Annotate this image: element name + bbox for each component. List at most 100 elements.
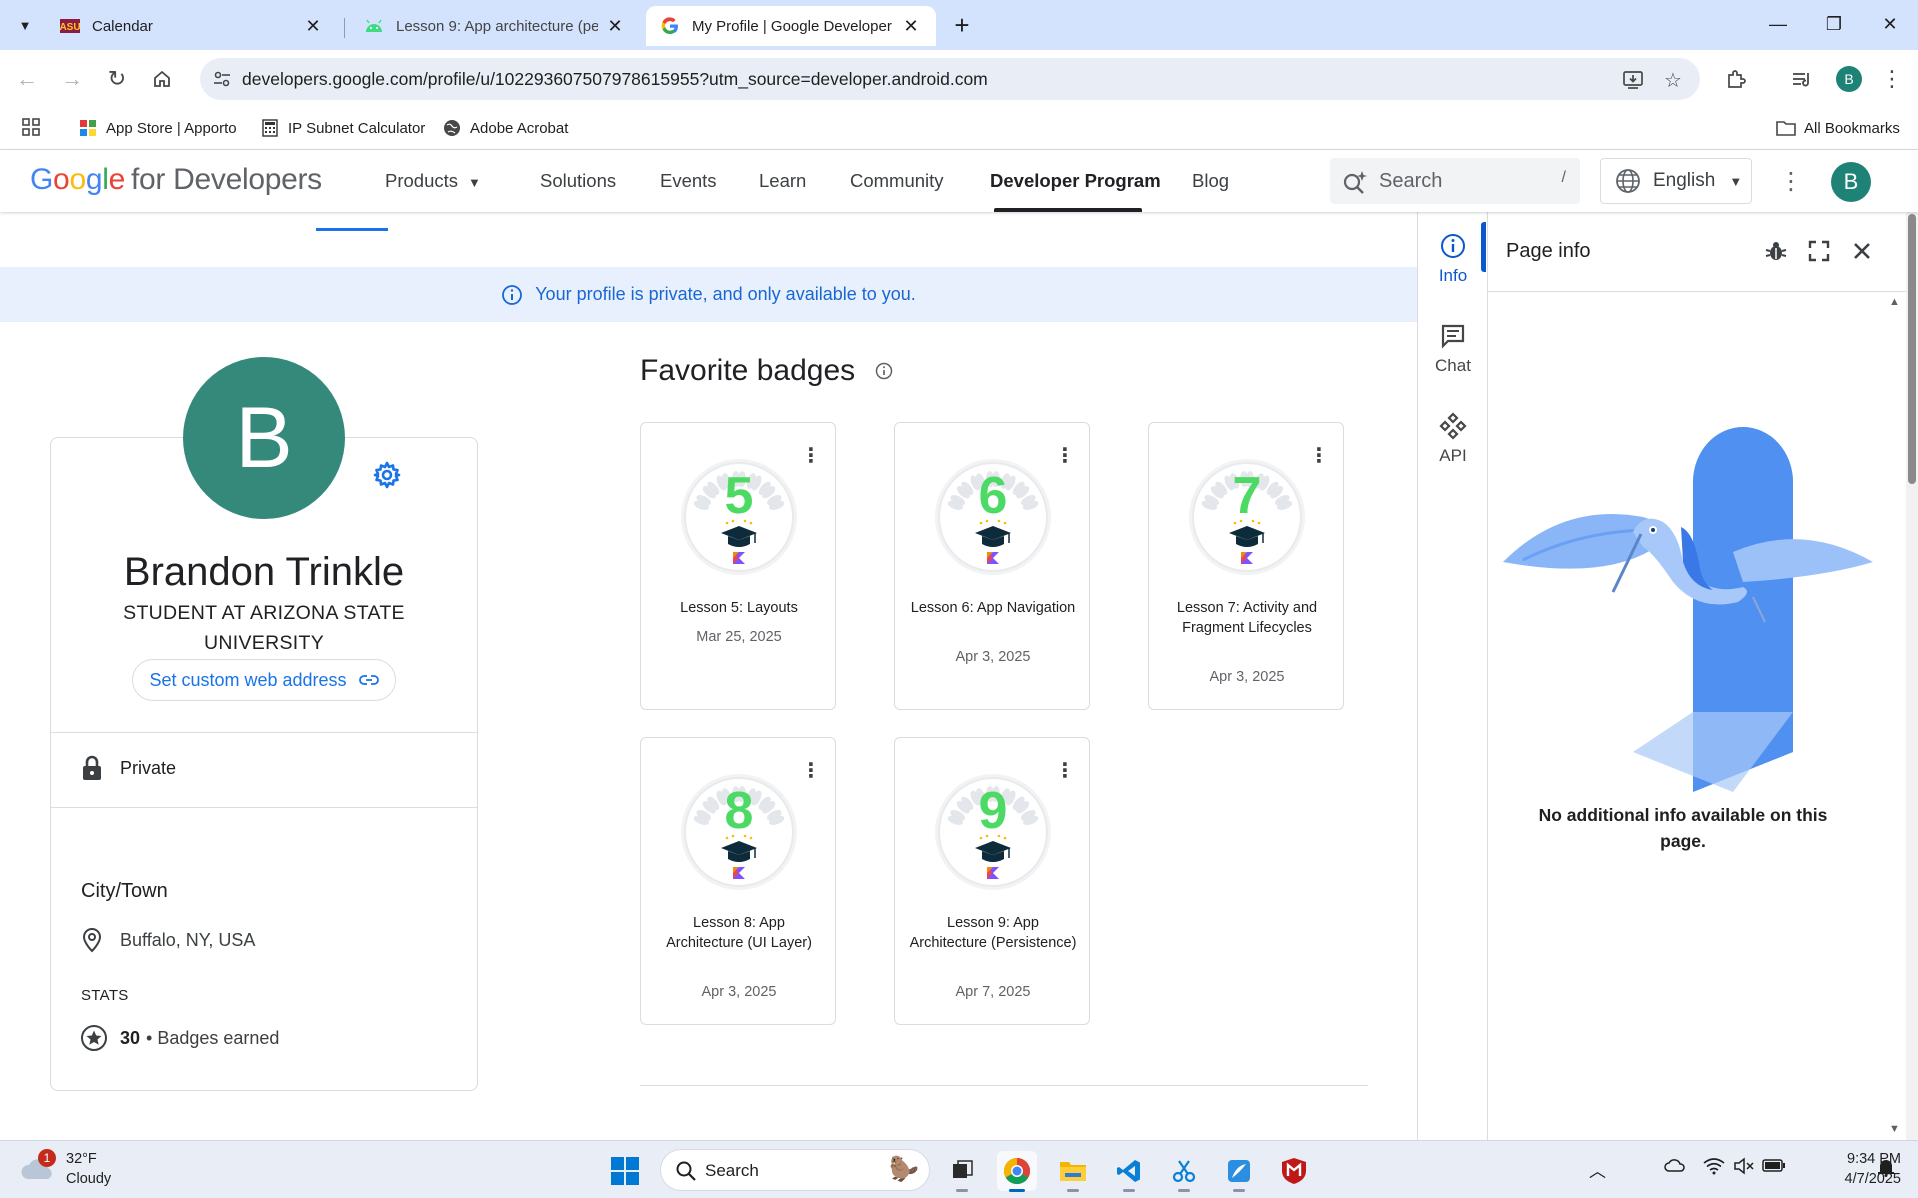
bookmark-ip-subnet[interactable]: IP Subnet Calculator	[260, 118, 425, 138]
forward-icon[interactable]: →	[55, 62, 89, 96]
file-explorer-icon[interactable]	[1053, 1151, 1093, 1192]
section-divider	[640, 1085, 1368, 1086]
side-panel-scrollbar[interactable]	[1906, 212, 1918, 1140]
active-nav-indicator	[994, 208, 1142, 212]
nav-products[interactable]: Products ▼	[385, 170, 481, 192]
media-control-icon[interactable]	[1786, 63, 1818, 95]
address-bar[interactable]: developers.google.com/profile/u/10229360…	[200, 58, 1700, 100]
badge-menu-icon[interactable]: ⋮	[1309, 443, 1329, 467]
browser-menu-icon[interactable]: ⋮	[1876, 63, 1908, 95]
badge-date: Apr 3, 2025	[701, 984, 777, 1000]
close-panel-icon[interactable]	[1848, 237, 1876, 265]
weather-alert-badge: 1	[38, 1149, 56, 1167]
scrollbar-thumb[interactable]	[1908, 214, 1916, 484]
battery-icon[interactable]	[1762, 1157, 1786, 1178]
rail-info[interactable]: Info	[1418, 232, 1488, 286]
language-selector[interactable]: English ▼	[1600, 158, 1752, 204]
nav-developer-program[interactable]: Developer Program	[990, 170, 1161, 192]
scroll-up-arrow-icon[interactable]: ▲	[1889, 296, 1900, 308]
site-header: Google for Developers Products ▼ Solutions…	[0, 150, 1918, 212]
onedrive-icon[interactable]	[1664, 1157, 1686, 1178]
back-icon[interactable]: ←	[10, 62, 44, 96]
bookmark-star-icon[interactable]: ☆	[1661, 68, 1685, 92]
wifi-icon[interactable]	[1703, 1157, 1725, 1180]
browser-profile-avatar[interactable]: B	[1836, 66, 1862, 92]
weather-widget[interactable]: 1 32°F Cloudy	[20, 1149, 111, 1189]
taskbar-search-label: Search	[705, 1161, 759, 1180]
more-options-icon[interactable]: ⋮	[1774, 164, 1808, 198]
logo-google: Google	[30, 163, 125, 196]
badge-card[interactable]: ⋮ 8 Lesson 8: App Architecture (UI Layer…	[640, 737, 836, 1025]
badge-menu-icon[interactable]: ⋮	[801, 758, 821, 782]
rail-chat[interactable]: Chat	[1418, 322, 1488, 376]
rail-label: API	[1439, 446, 1467, 465]
tab-search-icon[interactable]: ▼	[12, 12, 38, 38]
tab-calendar[interactable]: ASU Calendar ✕	[46, 6, 338, 46]
install-app-icon[interactable]	[1621, 68, 1645, 92]
nav-blog[interactable]: Blog	[1192, 170, 1229, 192]
reload-icon[interactable]: ↻	[100, 62, 134, 96]
notification-bell-icon[interactable]	[1876, 1157, 1896, 1182]
apps-grid-icon[interactable]	[20, 116, 42, 138]
gear-icon[interactable]	[372, 460, 402, 490]
badge-card[interactable]: ⋮ 5 Lesson 5: Layouts Mar 25, 2025	[640, 422, 836, 710]
badge-medal: 6	[933, 457, 1053, 577]
mcafee-icon[interactable]	[1274, 1151, 1314, 1191]
profile-avatar[interactable]: B	[183, 357, 345, 519]
cloud-icon: 1	[20, 1149, 56, 1183]
badge-menu-icon[interactable]: ⋮	[801, 443, 821, 467]
vscode-icon[interactable]	[1109, 1151, 1149, 1192]
task-view-icon[interactable]	[942, 1151, 982, 1192]
windows-taskbar: 1 32°F Cloudy Search 🦫 ︿ 9:34 PM 4/7/202…	[0, 1140, 1918, 1198]
taskbar-search[interactable]: Search 🦫	[660, 1149, 930, 1191]
account-avatar[interactable]: B	[1831, 162, 1871, 202]
rail-api[interactable]: API	[1418, 412, 1488, 466]
home-icon[interactable]	[145, 62, 179, 96]
new-tab-button[interactable]: +	[947, 10, 977, 40]
badge-card[interactable]: ⋮ 6 Lesson 6: App Navigation Apr 3, 2025	[894, 422, 1090, 710]
close-tab-icon[interactable]: ✕	[302, 15, 324, 37]
extensions-icon[interactable]	[1720, 63, 1752, 95]
badge-menu-icon[interactable]: ⋮	[1055, 758, 1075, 782]
chrome-taskbar-icon[interactable]	[997, 1151, 1037, 1192]
api-icon	[1439, 412, 1467, 440]
badge-name: Lesson 7: Activity and Fragment Lifecycl…	[1176, 600, 1318, 636]
bug-icon[interactable]	[1762, 237, 1790, 265]
badge-card[interactable]: ⋮ 9 Lesson 9: App Architecture (Persiste…	[894, 737, 1090, 1025]
badge-date: Mar 25, 2025	[696, 629, 782, 645]
windows-start-icon[interactable]	[610, 1156, 640, 1186]
expand-icon[interactable]	[1805, 237, 1833, 265]
google-for-developers-logo[interactable]: Google for Developers	[30, 163, 322, 197]
page-info-panel: Page info No additional info available o…	[1487, 212, 1918, 1140]
nav-community[interactable]: Community	[850, 170, 944, 192]
set-custom-web-address-button[interactable]: Set custom web address	[132, 659, 396, 701]
bookmark-adobe-acrobat[interactable]: Adobe Acrobat	[442, 118, 568, 138]
badge-menu-icon[interactable]: ⋮	[1055, 443, 1075, 467]
nav-learn[interactable]: Learn	[759, 170, 806, 192]
show-hidden-icons-icon[interactable]: ︿	[1589, 1157, 1606, 1182]
nav-events[interactable]: Events	[660, 170, 717, 192]
tab-my-profile[interactable]: My Profile | Google Developer P ✕	[646, 6, 936, 46]
scroll-down-arrow-icon[interactable]: ▼	[1889, 1123, 1900, 1135]
volume-muted-icon[interactable]	[1733, 1157, 1755, 1180]
badge-number: 5	[725, 467, 754, 525]
site-search-input[interactable]: Search /	[1330, 158, 1580, 204]
badge-medal: 9	[933, 772, 1053, 892]
all-bookmarks-button[interactable]: All Bookmarks	[1776, 118, 1900, 138]
site-info-icon[interactable]	[212, 69, 232, 89]
close-window-icon[interactable]: ✕	[1866, 6, 1914, 42]
empty-state-illustration	[1503, 427, 1873, 792]
profile-title: STUDENT AT ARIZONA STATE UNIVERSITY	[123, 602, 405, 654]
badge-card[interactable]: ⋮ 7 Lesson 7: Activity and Fragment Life…	[1148, 422, 1344, 710]
restore-icon[interactable]: ❐	[1810, 6, 1858, 42]
search-highlight-icon: 🦫	[889, 1156, 919, 1183]
minimize-icon[interactable]: —	[1754, 6, 1802, 42]
bookmark-apporto[interactable]: App Store | Apporto	[78, 118, 237, 138]
snipping-tool-icon[interactable]	[1164, 1151, 1204, 1192]
bookmark-label: IP Subnet Calculator	[288, 119, 426, 137]
tab-lesson-9[interactable]: Lesson 9: App architecture (per ✕	[350, 6, 640, 46]
nav-solutions[interactable]: Solutions	[540, 170, 616, 192]
paint-app-icon[interactable]	[1219, 1151, 1259, 1192]
close-tab-icon[interactable]: ✕	[900, 15, 922, 37]
close-tab-icon[interactable]: ✕	[604, 15, 626, 37]
